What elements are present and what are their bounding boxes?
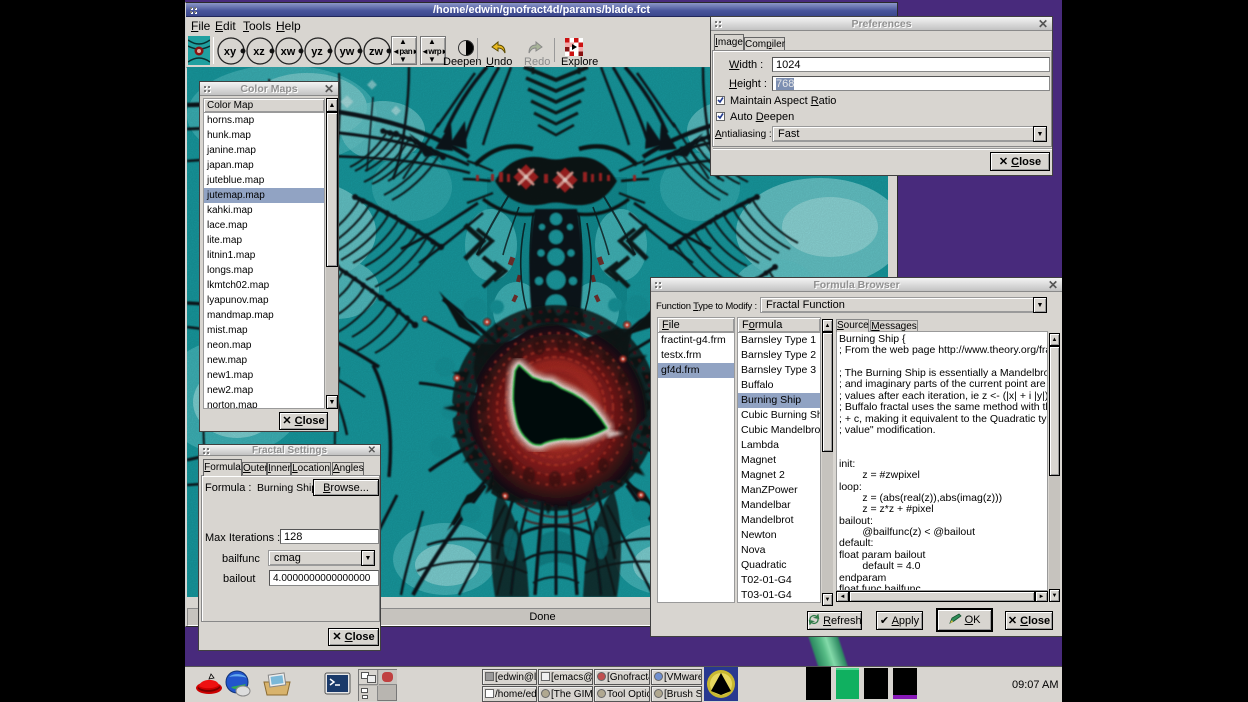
svg-text:yw: yw — [340, 46, 355, 58]
svg-text:zw: zw — [369, 46, 384, 58]
svg-text:xw: xw — [281, 46, 296, 58]
svg-text:yz: yz — [311, 46, 323, 58]
svg-text:xy: xy — [224, 46, 237, 58]
svg-text:xz: xz — [253, 46, 265, 58]
